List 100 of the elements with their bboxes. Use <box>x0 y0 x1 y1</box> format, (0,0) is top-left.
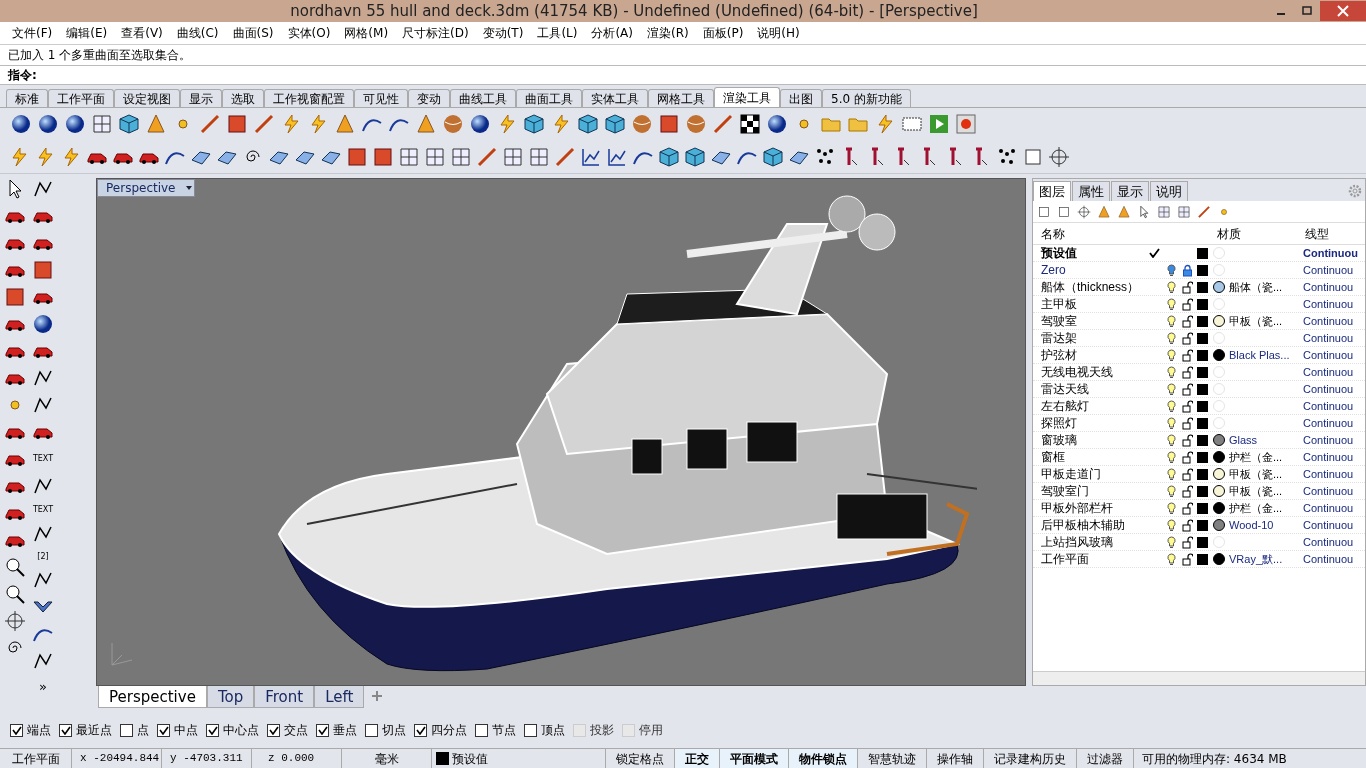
boat-drawing[interactable] <box>278 195 977 672</box>
cube-icon[interactable] <box>684 145 706 168</box>
padlock-icon[interactable] <box>1181 467 1193 481</box>
current-layer-status[interactable]: 预设值 <box>452 749 488 768</box>
grid-icon[interactable] <box>502 145 524 168</box>
menu-item[interactable]: 面板(P) <box>702 24 744 42</box>
padlock-icon[interactable] <box>1181 416 1193 430</box>
color-swatch[interactable] <box>1196 332 1208 344</box>
color-swatch[interactable] <box>1196 536 1208 548</box>
panel-tab[interactable]: 属性 <box>1072 181 1110 201</box>
lightbulb-icon[interactable] <box>1166 518 1176 532</box>
layer-row[interactable]: 预设值 Continuou <box>1033 245 1365 262</box>
record-icon[interactable] <box>955 113 977 135</box>
layer-row[interactable]: 船体（thickness） 船体（瓷... Continuou <box>1033 279 1365 296</box>
line-icon[interactable] <box>199 113 221 135</box>
padlock-icon[interactable] <box>1181 365 1193 379</box>
text-tool[interactable]: TEXT <box>32 448 54 470</box>
color-swatch[interactable] <box>1196 247 1208 259</box>
box-icon[interactable] <box>658 113 680 135</box>
lightbulb-icon[interactable] <box>1166 382 1176 396</box>
sphere-icon[interactable] <box>766 113 788 135</box>
checkbox[interactable] <box>10 723 23 737</box>
checkbox[interactable] <box>414 723 427 737</box>
checkbox[interactable] <box>206 723 219 737</box>
padlock-icon[interactable] <box>1181 518 1193 532</box>
menu-item[interactable]: 变动(T) <box>482 24 524 42</box>
checkerboard-icon[interactable] <box>739 113 761 135</box>
padlock-icon[interactable] <box>1181 433 1193 447</box>
crosshair-icon[interactable] <box>4 610 26 632</box>
line-icon[interactable] <box>554 145 576 168</box>
menu-item[interactable]: 查看(V) <box>121 24 163 42</box>
toolbar-tab[interactable]: 渲染工具 <box>714 87 780 107</box>
lightbulb-icon[interactable] <box>1166 467 1176 481</box>
layer-row[interactable]: 雷达架 Continuou <box>1033 330 1365 347</box>
square-icon[interactable] <box>1057 204 1071 219</box>
panel-tab[interactable]: 显示 <box>1111 181 1149 201</box>
line-icon[interactable] <box>712 113 734 135</box>
menu-item[interactable]: 文件(F) <box>12 24 53 42</box>
line-icon[interactable] <box>253 113 275 135</box>
column-header[interactable]: 线型 <box>1301 224 1329 243</box>
layer-row[interactable]: 左右舷灯 Continuou <box>1033 398 1365 415</box>
layer-row[interactable]: 甲板外部栏杆 护栏（金... Continuou <box>1033 500 1365 517</box>
grid-icon[interactable] <box>528 145 550 168</box>
grid-icon[interactable] <box>91 113 113 135</box>
cone-icon[interactable] <box>145 113 167 135</box>
checkbox[interactable] <box>120 723 133 737</box>
color-swatch[interactable] <box>1196 519 1208 531</box>
menu-item[interactable]: 渲染(R) <box>647 24 689 42</box>
toolbar-tab[interactable]: 标准 <box>6 89 48 107</box>
panel-tab[interactable]: 说明 <box>1150 181 1188 201</box>
menu-item[interactable]: 工具(L) <box>537 24 578 42</box>
cone-icon[interactable] <box>1117 204 1131 219</box>
cube-icon[interactable] <box>118 113 140 135</box>
viewport-tab[interactable]: Top <box>206 686 255 708</box>
padlock-icon[interactable] <box>1181 348 1193 362</box>
more-button[interactable]: » <box>39 677 47 697</box>
toolbar-tab[interactable]: 显示 <box>180 89 222 107</box>
padlock-icon[interactable] <box>1181 382 1193 396</box>
color-swatch[interactable] <box>1196 553 1208 565</box>
padlock-icon[interactable] <box>1181 331 1193 345</box>
padlock-icon[interactable] <box>1181 314 1193 328</box>
crosshair-icon[interactable] <box>1048 145 1070 168</box>
layer-row[interactable]: 上站挡风玻璃 Continuou <box>1033 534 1365 551</box>
lightbulb-icon[interactable] <box>1166 297 1176 311</box>
lightbulb-icon[interactable] <box>1166 535 1176 549</box>
padlock-icon[interactable] <box>1181 535 1193 549</box>
units-status[interactable]: 毫米 <box>342 749 432 768</box>
viewport-tab[interactable]: Front <box>254 686 315 708</box>
color-swatch[interactable] <box>1196 281 1208 293</box>
status-toggle[interactable]: 平面模式 <box>720 749 789 768</box>
ball-icon[interactable] <box>685 113 707 135</box>
cube-icon[interactable] <box>762 145 784 168</box>
menu-item[interactable]: 尺寸标注(D) <box>402 24 469 42</box>
layer-row[interactable]: 驾驶室门 甲板（瓷... Continuou <box>1033 483 1365 500</box>
menu-item[interactable]: 曲线(C) <box>176 24 219 42</box>
color-swatch[interactable] <box>1196 366 1208 378</box>
color-swatch[interactable] <box>1196 417 1208 429</box>
layer-row[interactable]: 无线电视天线 Continuou <box>1033 364 1365 381</box>
status-toggle[interactable]: 操作轴 <box>927 749 984 768</box>
menu-item[interactable]: 曲面(S) <box>232 24 274 42</box>
padlock-icon[interactable] <box>1181 552 1193 566</box>
cplane-status[interactable]: 工作平面 <box>0 749 72 768</box>
status-toggle[interactable]: 物件锁点 <box>789 749 858 768</box>
lightbulb-icon[interactable] <box>1166 314 1176 328</box>
cube-icon[interactable] <box>604 113 626 135</box>
color-swatch[interactable] <box>1196 468 1208 480</box>
lightbulb-icon[interactable] <box>1166 416 1176 430</box>
color-swatch[interactable] <box>1196 485 1208 497</box>
column-header[interactable]: 材质 <box>1209 224 1301 243</box>
toolbar-tab[interactable]: 曲面工具 <box>516 89 582 107</box>
toolbar-tab[interactable]: 曲线工具 <box>450 89 516 107</box>
lightbulb-icon[interactable] <box>1166 331 1176 345</box>
cube-icon[interactable] <box>577 113 599 135</box>
lightbulb-icon[interactable] <box>1166 348 1176 362</box>
grid-icon[interactable] <box>424 145 446 168</box>
menu-item[interactable]: 分析(A) <box>591 24 633 42</box>
line-icon[interactable] <box>1197 204 1211 219</box>
color-swatch[interactable] <box>1196 315 1208 327</box>
padlock-icon[interactable] <box>1181 484 1193 498</box>
viewport-tab[interactable]: Perspective <box>98 686 207 708</box>
